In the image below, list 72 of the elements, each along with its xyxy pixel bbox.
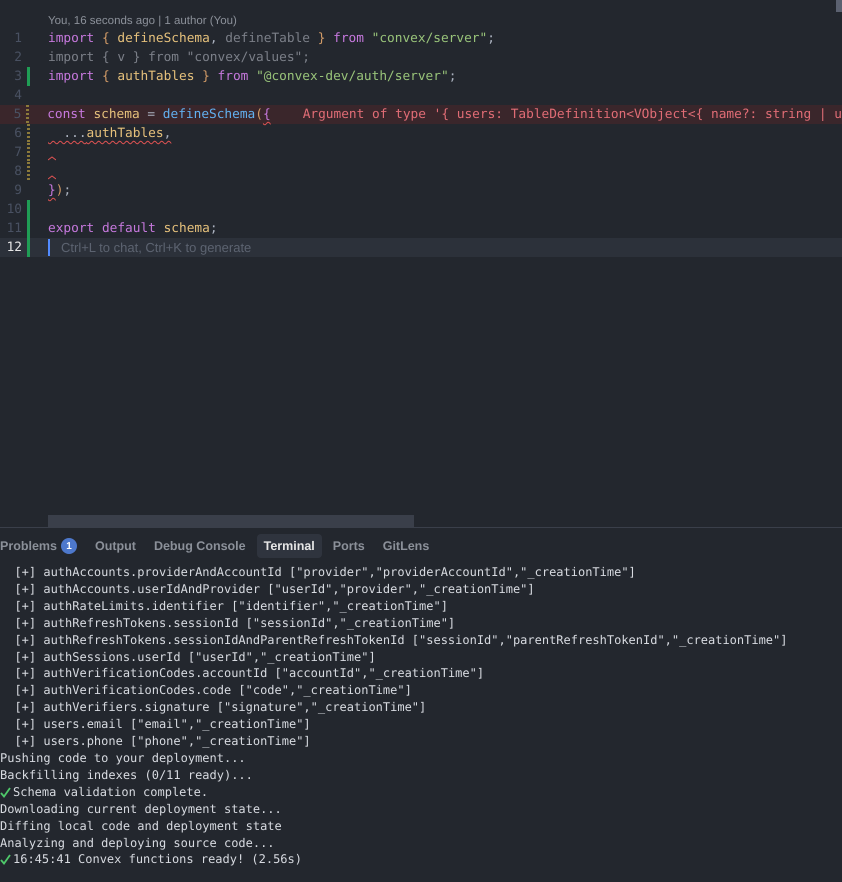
code-token: schema (93, 106, 140, 124)
code-token: , (210, 30, 219, 48)
terminal-line: [+] users.email ["email","_creationTime"] (13, 716, 311, 734)
terminal-line: Pushing code to your deployment... (0, 750, 246, 767)
code-token: ; (487, 30, 495, 48)
horizontal-scrollbar[interactable] (48, 515, 414, 527)
code-token: import (48, 68, 94, 86)
code-token: schema (164, 220, 210, 238)
panel-tab[interactable]: Terminal (256, 534, 322, 558)
error-code-token: , (164, 125, 172, 143)
terminal-line: 16:45:41 Convex functions ready! (2.56s) (13, 851, 302, 868)
code-token: from (333, 30, 365, 48)
code-token: } (201, 68, 211, 86)
terminal-line: [+] authAccounts.userIdAndProvider ["userId","provider","_creationTime"] (13, 580, 535, 598)
terminal-line: Analyzing and deploying source code... (0, 834, 275, 852)
terminal-line: [+] authVerifiers.signature ["signature","_creationTime"] (13, 699, 426, 716)
code-token: ; (63, 182, 72, 200)
code-token: ( (255, 106, 263, 124)
added-line-marker[interactable] (27, 67, 30, 86)
terminal-line: [+] users.phone ["phone","_creationTime"] (13, 733, 311, 750)
vertical-scrollbar[interactable] (836, 0, 842, 12)
code-token: const (47, 106, 87, 124)
terminal-line: [+] authVerificationCodes.code ["code","_creationTime"] (13, 682, 412, 700)
code-token: import (48, 30, 94, 48)
code-token: ; (210, 220, 218, 238)
code-token: { (100, 30, 111, 48)
terminal-line: Downloading current deployment state... (0, 800, 282, 818)
panel-tab[interactable]: GitLens (376, 534, 436, 558)
terminal-line: [+] authRateLimits.identifier ["identifier","_creationTime"] (13, 598, 448, 615)
inline-error-message: Argument of type '{ users: TableDefinition<VObject<{ name?: string | u (302, 106, 842, 124)
panel-tab[interactable]: Debug Console (146, 534, 253, 558)
code-token: defineTable (225, 30, 310, 48)
modified-line-marker[interactable] (26, 105, 30, 124)
added-line-marker[interactable] (27, 219, 30, 238)
blame-annotation[interactable]: You, 16 seconds ago | 1 author (You) (0, 0, 237, 29)
panel-tab[interactable]: Output (88, 534, 143, 558)
code-token: = (146, 106, 156, 124)
code-token: "convex/server" (372, 30, 488, 48)
code-token: authTables (117, 68, 194, 86)
code-token: from (218, 68, 250, 86)
terminal-line: Backfilling indexes (0/11 ready)... (0, 766, 253, 784)
added-line-marker[interactable] (27, 238, 30, 257)
terminal-line: Schema validation complete. (13, 784, 208, 801)
modified-line-marker[interactable] (27, 162, 30, 181)
code-token: export (48, 220, 96, 238)
error-code-token: authTables (86, 125, 164, 143)
terminal-line: [+] authSessions.userId ["userId","_creationTime"] (13, 648, 376, 666)
terminal-line: [+] authAccounts.providerAndAccountId ["provider","providerAccountId","_creationTime"] (13, 564, 636, 581)
error-code-token: } (48, 182, 56, 200)
code-token: import { v } from "convex/values"; (48, 49, 310, 67)
modified-line-marker[interactable] (27, 143, 30, 162)
terminal-line: [+] authVerificationCodes.accountId ["accountId","_creationTime"] (13, 665, 484, 682)
terminal-line: [+] authRefreshTokens.sessionId ["sessionId","_creationTime"] (13, 614, 456, 632)
count-badge: 1 (60, 538, 77, 554)
error-code-token: ... (62, 125, 87, 143)
panel-tab[interactable]: Ports (326, 534, 372, 558)
code-token: defineSchema (162, 106, 256, 124)
panel-tab[interactable]: Problems 1 (0, 534, 84, 558)
code-token: } (316, 30, 326, 48)
text-cursor (48, 239, 50, 256)
code-token: ) (56, 182, 64, 200)
line-number: 12 (6, 239, 22, 257)
code-token: default (102, 220, 157, 238)
terminal-line: [+] authRefreshTokens.sessionIdAndParentRefreshTokenId ["sessionId","parentRefreshTokenId","_creationTime"] (13, 632, 788, 649)
code-token: "@convex-dev/auth/server" (256, 68, 449, 86)
code-token: { (100, 68, 111, 86)
terminal-line: Diffing local code and deployment state (0, 818, 282, 834)
code-token: defineSchema (117, 30, 210, 48)
added-line-marker[interactable] (27, 200, 30, 219)
modified-line-marker[interactable] (27, 124, 30, 143)
code-token: ; (448, 68, 456, 86)
error-code-token: { (262, 106, 271, 124)
